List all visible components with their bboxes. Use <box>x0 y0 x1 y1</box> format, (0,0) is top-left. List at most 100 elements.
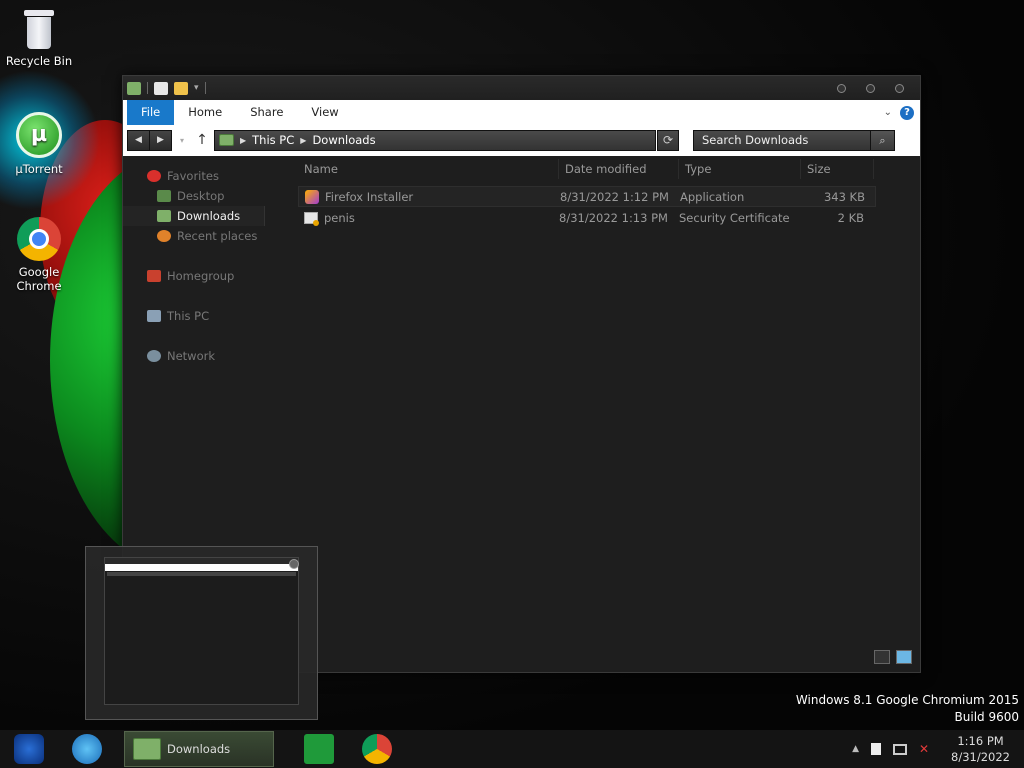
column-headers: Name Date modified Type Size <box>298 156 876 182</box>
windows-watermark: Windows 8.1 Google Chromium 2015 Build 9… <box>796 692 1019 726</box>
nav-item-label: Favorites <box>167 169 219 183</box>
volume-muted-icon[interactable]: ✕ <box>919 742 933 756</box>
clock-date: 8/31/2022 <box>951 750 1010 764</box>
network-status-icon[interactable] <box>893 743 908 755</box>
nav-item-label: This PC <box>167 309 210 323</box>
column-header-name[interactable]: Name <box>298 159 559 179</box>
desktop-icon-label: µTorrent <box>15 162 63 176</box>
column-header-type[interactable]: Type <box>679 159 801 179</box>
view-toggles <box>874 650 912 664</box>
desktop-icon-recycle-bin[interactable]: Recycle Bin <box>0 8 78 68</box>
internet-explorer-icon <box>72 734 102 764</box>
chrome-icon <box>17 217 61 261</box>
column-header-date-modified[interactable]: Date modified <box>559 159 679 179</box>
system-tray: ▲ ✕ 1:16 PM 8/31/2022 <box>852 733 1024 765</box>
file-name-cell: Firefox Installer <box>299 189 554 204</box>
file-date: 8/31/2022 1:12 PM <box>560 189 669 204</box>
nav-gap <box>123 326 283 346</box>
certificate-icon <box>304 211 319 226</box>
breadcrumb-arrow-icon[interactable]: ▶ <box>300 136 306 145</box>
desktop-icon-label: Recycle Bin <box>5 54 73 68</box>
up-arrow-icon[interactable]: ↑ <box>192 132 212 148</box>
taskbar-thumbnail-preview[interactable] <box>85 546 318 720</box>
search-box: ⌕ <box>693 129 895 151</box>
back-button[interactable]: ◀ <box>127 129 150 151</box>
taskbar: Downloads ▲ ✕ 1:16 PM 8/31/2022 <box>0 730 1024 768</box>
breadcrumb-arrow-icon[interactable]: ▶ <box>240 136 246 145</box>
recent-locations-icon[interactable]: ▾ <box>174 136 190 145</box>
heart-icon <box>147 170 161 182</box>
desktop-icon-google-chrome[interactable]: Google Chrome <box>0 217 78 293</box>
file-type: Application <box>680 189 745 204</box>
network-icon <box>147 350 161 362</box>
divider <box>204 82 206 94</box>
tab-share[interactable]: Share <box>236 100 297 125</box>
nav-item-favorites[interactable]: Favorites <box>123 166 283 186</box>
details-view-icon[interactable] <box>874 650 890 664</box>
quick-access-dropdown-icon[interactable]: ▾ <box>194 83 199 93</box>
file-row-penis[interactable]: penis 8/31/2022 1:13 PM Security Certifi… <box>298 207 876 228</box>
nav-gap <box>123 286 283 306</box>
file-list: Name Date modified Type Size Firefox Ins… <box>298 156 876 228</box>
forward-button[interactable]: ▶ <box>149 129 172 151</box>
nav-item-homegroup[interactable]: Homegroup <box>123 266 283 286</box>
refresh-button[interactable]: ⟳ <box>657 129 679 151</box>
properties-icon[interactable] <box>154 81 168 95</box>
search-input[interactable] <box>694 133 870 147</box>
folder-icon <box>219 134 234 146</box>
address-field[interactable]: ▶ This PC ▶ Downloads <box>214 129 656 151</box>
breadcrumb-downloads[interactable]: Downloads <box>312 133 375 147</box>
desktop-icon-utorrent[interactable]: µ µTorrent <box>0 112 78 176</box>
clock-time: 1:16 PM <box>957 734 1004 748</box>
expand-ribbon-icon[interactable]: ⌄ <box>884 107 892 118</box>
search-icon[interactable]: ⌕ <box>870 130 894 150</box>
show-hidden-icons-icon[interactable]: ▲ <box>852 744 859 754</box>
new-folder-icon[interactable] <box>174 81 188 95</box>
nav-item-label: Desktop <box>177 189 225 203</box>
address-bar: ◀ ▶ ▾ ↑ ▶ This PC ▶ Downloads ⟳ ⌕ <box>123 125 920 155</box>
taskbar-store[interactable] <box>290 730 348 768</box>
close-button[interactable] <box>895 83 904 93</box>
taskbar-explorer-downloads[interactable]: Downloads <box>124 731 274 767</box>
taskbar-media-player[interactable] <box>0 730 58 768</box>
file-row-firefox-installer[interactable]: Firefox Installer 8/31/2022 1:12 PM Appl… <box>298 186 876 207</box>
thumbnail-window-image <box>104 557 299 705</box>
nav-item-label: Network <box>167 349 216 363</box>
folder-icon <box>127 81 141 95</box>
taskbar-clock[interactable]: 1:16 PM 8/31/2022 <box>951 733 1010 765</box>
file-size: 343 KB <box>823 189 865 204</box>
ribbon-right: ⌄ ? <box>884 100 920 125</box>
taskbar-chrome[interactable] <box>348 730 406 768</box>
nav-item-label: Recent places <box>177 229 258 243</box>
column-header-size[interactable]: Size <box>801 159 874 179</box>
breadcrumb-this-pc[interactable]: This PC <box>252 133 294 147</box>
store-icon <box>304 734 334 764</box>
tab-home[interactable]: Home <box>174 100 236 125</box>
file-name-cell: penis <box>298 211 553 226</box>
nav-item-desktop[interactable]: Desktop <box>123 186 283 206</box>
recycle-bin-icon <box>22 8 56 50</box>
thumbnail-address <box>107 572 296 576</box>
desktop-icon <box>157 190 171 202</box>
large-icons-view-icon[interactable] <box>896 650 912 664</box>
taskbar-internet-explorer[interactable] <box>58 730 116 768</box>
title-bar[interactable]: ▾ <box>123 76 920 100</box>
watermark-line-2: Build 9600 <box>954 710 1019 724</box>
minimize-button[interactable] <box>837 83 846 93</box>
media-player-icon <box>14 734 44 764</box>
nav-item-this-pc[interactable]: This PC <box>123 306 283 326</box>
thumbnail-ribbon <box>105 564 298 571</box>
action-center-flag-icon[interactable] <box>871 743 882 755</box>
thumbnail-close-icon[interactable] <box>289 559 299 569</box>
tab-view[interactable]: View <box>297 100 352 125</box>
nav-item-network[interactable]: Network <box>123 346 283 366</box>
nav-item-recent-places[interactable]: Recent places <box>123 226 283 246</box>
folder-icon <box>133 738 161 760</box>
maximize-button[interactable] <box>866 83 875 93</box>
nav-item-label: Downloads <box>177 209 241 223</box>
help-icon[interactable]: ? <box>900 105 914 120</box>
file-name: Firefox Installer <box>325 189 414 204</box>
nav-item-downloads[interactable]: Downloads <box>123 206 265 226</box>
tab-file[interactable]: File <box>127 100 175 125</box>
downloads-folder-icon <box>157 210 171 222</box>
